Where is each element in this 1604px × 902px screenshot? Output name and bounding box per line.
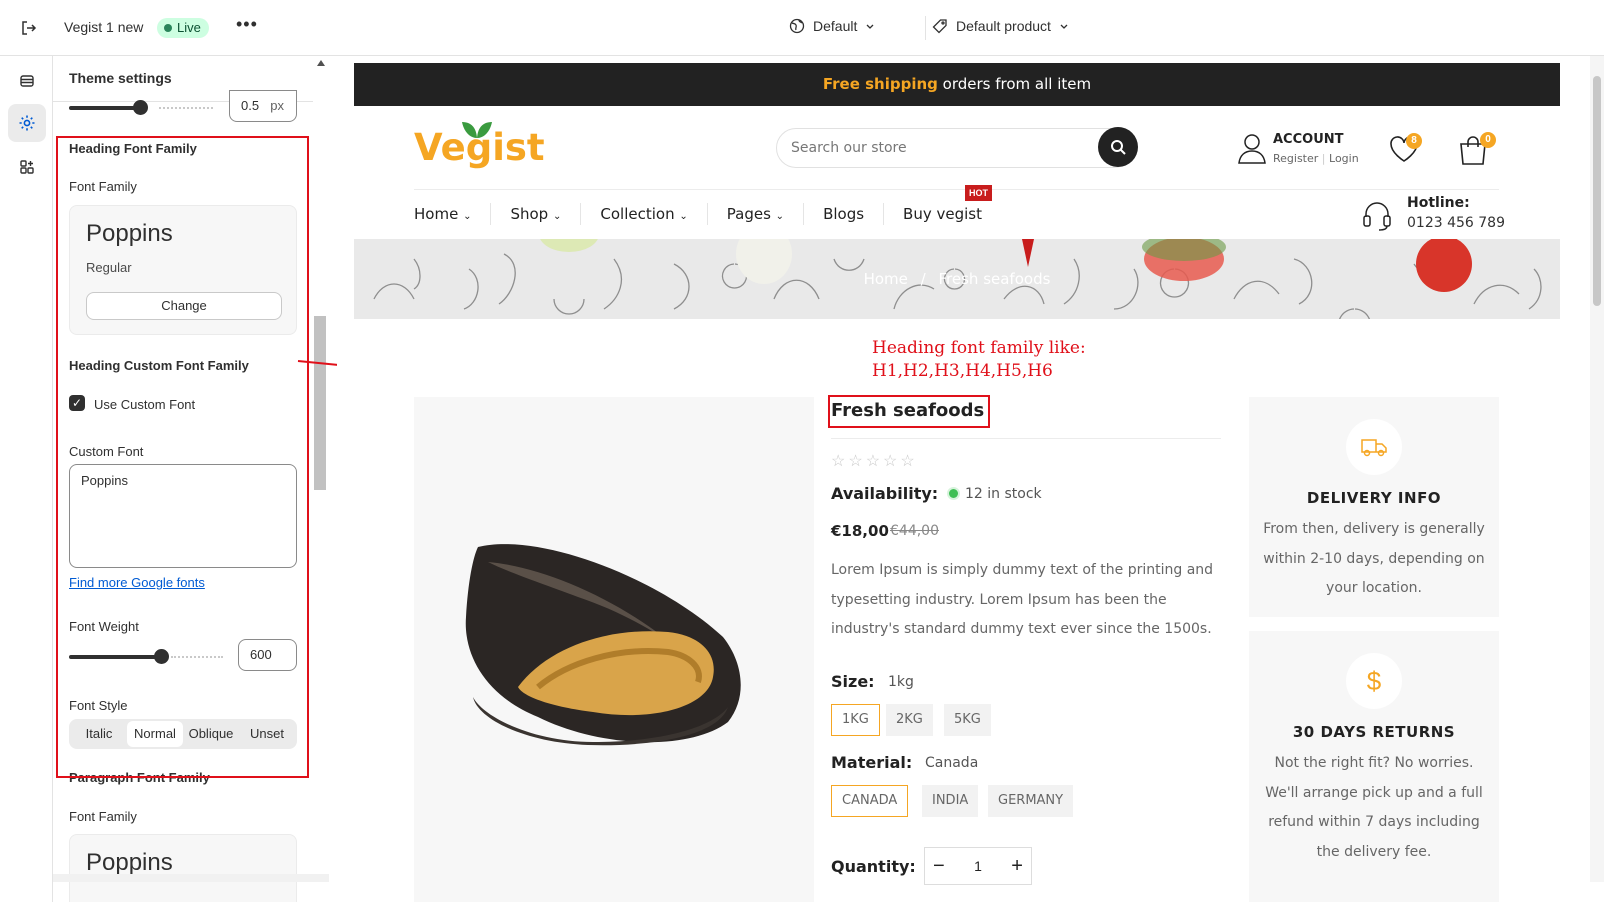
annotation-line-2: H1,H2,H3,H4,H5,H6 <box>872 361 1053 381</box>
nav-pages[interactable]: Pages ⌄ <box>706 203 803 225</box>
account-title: ACCOUNT <box>1273 132 1344 147</box>
search-icon <box>1111 140 1126 155</box>
annotation-note: Heading font family like: H1,H2,H3,H4,H5… <box>872 337 1086 383</box>
cart-count-badge: 0 <box>1480 132 1496 148</box>
material-label: Material: <box>831 753 913 772</box>
hot-badge: HOT <box>965 185 992 201</box>
cart-button[interactable]: 0 <box>1457 130 1497 168</box>
chevron-down-icon: ⌄ <box>775 211 785 222</box>
nav-label: Buy vegist <box>903 205 982 223</box>
material-option-india[interactable]: INDIA <box>922 785 979 817</box>
breadcrumb-home[interactable]: Home <box>864 270 908 288</box>
account-block: ACCOUNT Register | Login <box>1237 128 1377 172</box>
returns-card: $ 30 DAYS RETURNS Not the right fit? No … <box>1249 631 1499 902</box>
announcement-text: orders from all item <box>937 75 1092 93</box>
nav-buy-vegist[interactable]: Buy vegist <box>883 203 1001 225</box>
breadcrumb-banner: Home / Fresh seafoods <box>354 239 1560 319</box>
chevron-down-icon: ⌄ <box>552 211 562 222</box>
user-icon <box>1238 134 1266 164</box>
chevron-down-icon: ⌄ <box>463 211 472 222</box>
mussel-image <box>465 544 741 746</box>
material-option-germany[interactable]: GERMANY <box>988 785 1074 817</box>
product-image[interactable] <box>414 397 814 902</box>
truck-icon-wrap <box>1346 419 1402 475</box>
login-link[interactable]: Login <box>1329 152 1359 165</box>
main-navigation: Home ⌄ Shop ⌄ Collection ⌄ Pages ⌄ Blogs… <box>414 203 1001 225</box>
nav-collection[interactable]: Collection ⌄ <box>580 203 706 225</box>
announcement-bar: Free shipping orders from all item <box>354 63 1560 106</box>
stock-status: 12 in stock <box>949 486 1042 502</box>
divider <box>831 438 1221 439</box>
hotline-number[interactable]: 0123 456 789 <box>1407 215 1505 231</box>
preview-scrollbar[interactable] <box>1590 56 1604 882</box>
storefront-preview: Free shipping orders from all item Vegis… <box>337 56 1604 902</box>
divider <box>414 189 1499 190</box>
nav-label: Pages <box>726 205 771 223</box>
quantity-stepper: − 1 + <box>924 847 1032 885</box>
nav-label: Shop <box>510 205 549 223</box>
compare-at-price: €44,00 <box>890 523 939 539</box>
dollar-icon: $ <box>1346 653 1402 709</box>
annotation-line-1: Heading font family like: <box>872 338 1086 358</box>
scrollbar-thumb[interactable] <box>1593 76 1601 306</box>
hotline-label: Hotline: <box>1407 195 1470 211</box>
nav-label: Blogs <box>823 205 865 223</box>
register-link[interactable]: Register <box>1273 152 1318 165</box>
nav-blogs[interactable]: Blogs <box>803 203 883 225</box>
quantity-input[interactable]: 1 <box>974 858 982 874</box>
size-value: 1kg <box>888 674 914 690</box>
search-button[interactable] <box>1098 127 1138 167</box>
breadcrumb-current: Fresh seafoods <box>938 270 1051 288</box>
availability-label: Availability: <box>831 484 939 503</box>
chevron-down-icon: ⌄ <box>679 211 688 222</box>
size-option-1kg[interactable]: 1KG <box>831 704 880 736</box>
size-option-5kg[interactable]: 5KG <box>944 704 991 736</box>
delivery-info-card: DELIVERY INFO From then, delivery is gen… <box>1249 397 1499 617</box>
annotation-highlight-box <box>828 395 990 428</box>
account-links: Register | Login <box>1273 152 1359 165</box>
rating-stars[interactable]: ☆☆☆☆☆ <box>831 451 918 471</box>
quantity-label: Quantity: <box>831 857 916 876</box>
product-description: Lorem Ipsum is simply dummy text of the … <box>831 562 1214 637</box>
nav-home[interactable]: Home ⌄ <box>414 203 490 225</box>
nav-label: Collection <box>600 205 675 223</box>
breadcrumb: Home / Fresh seafoods <box>354 239 1560 319</box>
truck-icon <box>1361 439 1387 457</box>
announcement-highlight: Free shipping <box>822 75 938 93</box>
headset-icon <box>1363 202 1391 231</box>
leaf-icon <box>462 122 492 138</box>
delivery-info-text: From then, delivery is generally within … <box>1263 521 1485 596</box>
material-value: Canada <box>925 755 979 771</box>
size-option-2kg[interactable]: 2KG <box>886 704 933 736</box>
returns-title: 30 DAYS RETURNS <box>1292 723 1456 741</box>
hotline-block: Hotline: 0123 456 789 <box>1361 195 1511 235</box>
returns-text: Not the right fit? No worries. We'll arr… <box>1265 755 1483 860</box>
size-label: Size: <box>831 672 875 691</box>
breadcrumb-separator: / <box>920 270 926 288</box>
material-option-canada[interactable]: CANADA <box>831 785 909 817</box>
store-logo[interactable]: Vegist <box>414 122 545 169</box>
quantity-increment-button[interactable]: + <box>1011 855 1023 878</box>
quantity-decrement-button[interactable]: − <box>933 855 945 878</box>
nav-label: Home <box>414 205 459 223</box>
product-price: €18,00 <box>831 522 889 540</box>
delivery-info-title: DELIVERY INFO <box>1306 489 1442 507</box>
wishlist-button[interactable]: 8 <box>1389 131 1425 167</box>
wishlist-count-badge: 8 <box>1406 133 1422 149</box>
nav-shop[interactable]: Shop ⌄ <box>490 203 580 225</box>
search-input[interactable]: Search our store <box>776 128 1134 168</box>
